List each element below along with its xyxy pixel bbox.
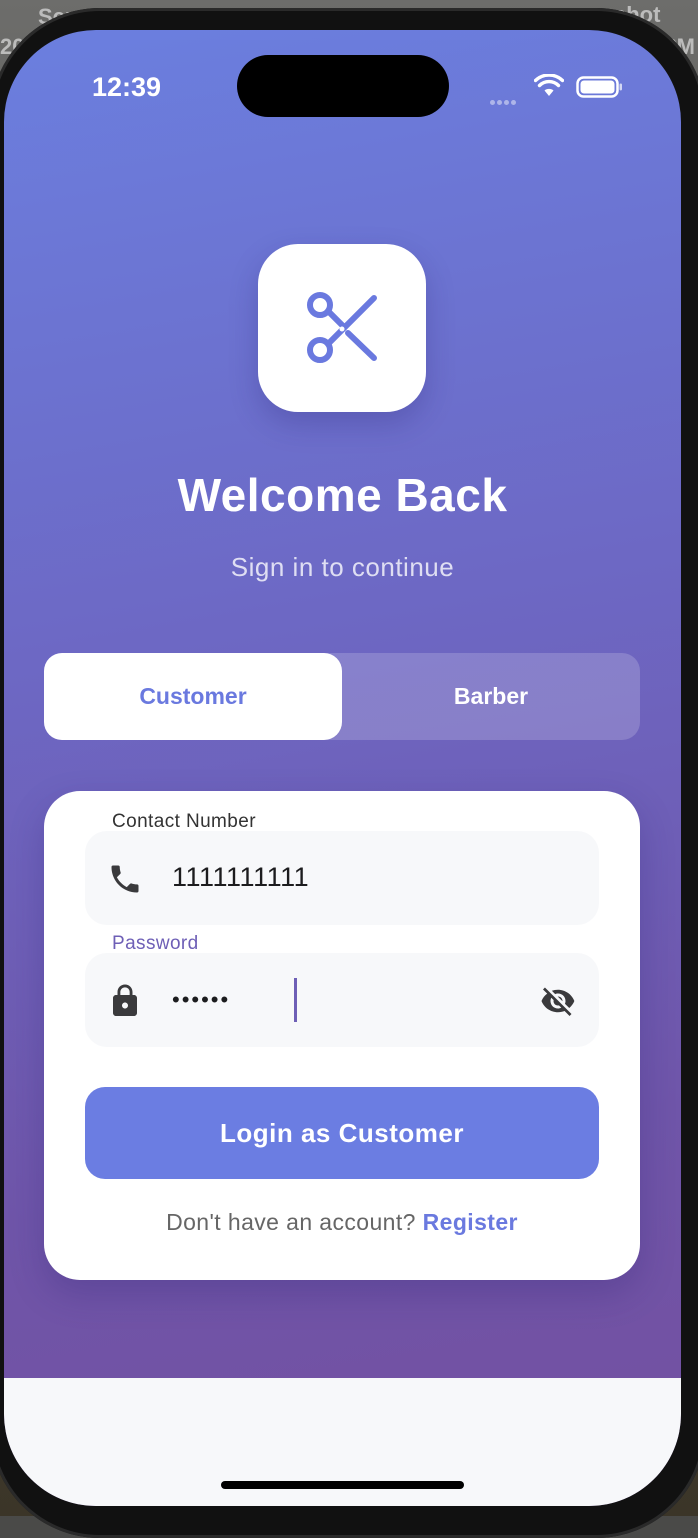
register-prompt: Don't have an account? [166,1209,423,1235]
phone-icon [111,865,139,893]
login-button[interactable]: Login as Customer [85,1087,599,1179]
wifi-icon [534,74,564,96]
status-time: 12:39 [92,72,162,102]
battery-icon [576,76,622,98]
register-row: Don't have an account? Register [44,1209,640,1236]
contact-number-value: 1111111111 [172,862,310,892]
lock-icon [113,984,137,1016]
page-title: Welcome Back [177,469,508,521]
status-bar: 12:39 [4,30,681,140]
role-toggle: Customer Barber [44,653,640,740]
page-subtitle: Sign in to continue [230,552,455,582]
password-field[interactable]: Password •••••• [85,933,599,1047]
register-link[interactable]: Register [423,1209,518,1235]
contact-number-label: Contact Number [112,811,256,832]
scissors-icon [307,292,377,363]
app-logo [258,244,426,412]
password-label: Password [112,933,199,954]
dynamic-island [237,55,449,117]
cellular-signal-icon [490,92,524,105]
home-indicator[interactable] [221,1481,464,1489]
password-value: •••••• [172,987,231,1012]
role-customer-tab[interactable]: Customer [44,653,342,740]
eye-off-icon[interactable] [539,983,577,1019]
role-barber-tab[interactable]: Barber [342,653,640,740]
contact-number-field[interactable]: Contact Number 1111111111 [85,811,599,925]
text-cursor [294,978,297,1022]
app-screen: 12:39 Welcome Back Sign in to continue C… [4,30,681,1506]
login-card: Contact Number 1111111111 Password •••••… [44,791,640,1280]
